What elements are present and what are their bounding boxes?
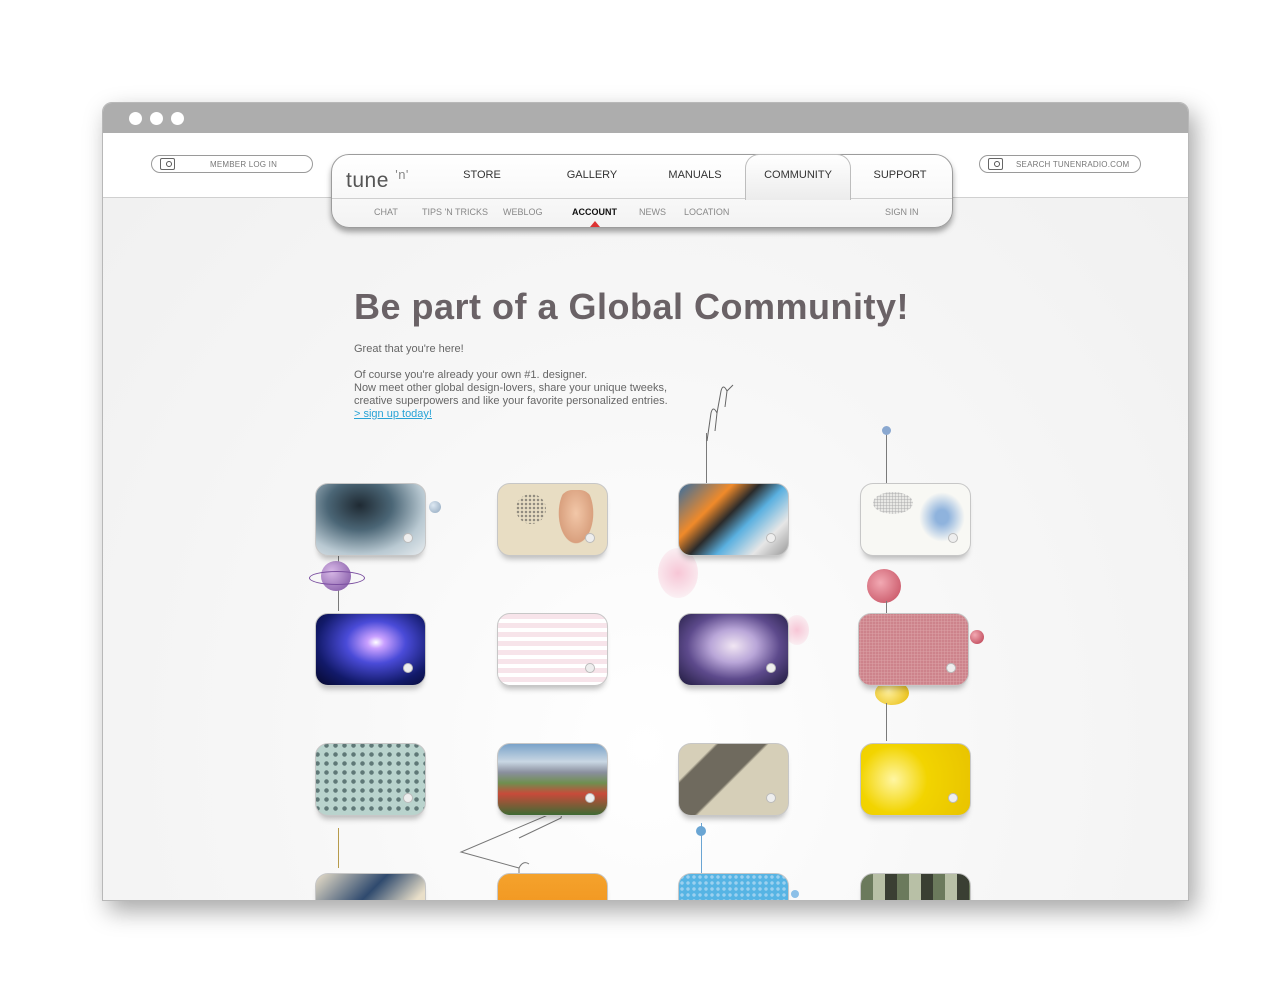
radio-knob xyxy=(403,533,413,543)
gallery-radio-pixel-mosaic[interactable] xyxy=(860,873,971,900)
paperclip-icon xyxy=(706,384,734,442)
member-login-label: MEMBER LOG IN xyxy=(210,159,278,169)
radio-knob xyxy=(403,663,413,673)
tunen-logo[interactable]: tune 'n' xyxy=(346,167,409,193)
window-dot-minimize[interactable] xyxy=(150,112,163,125)
radio-knob xyxy=(766,663,776,673)
hanging-string xyxy=(886,428,887,488)
hanging-string xyxy=(886,703,887,741)
search-icon xyxy=(160,158,175,170)
subnav-location[interactable]: LOCATION xyxy=(684,207,729,217)
moon-icon xyxy=(429,501,441,513)
radio-knob xyxy=(766,533,776,543)
radio-knob xyxy=(948,793,958,803)
browser-titlebar xyxy=(103,103,1188,133)
gallery-radio-galaxy[interactable] xyxy=(315,613,426,686)
gallery-radio-orange[interactable] xyxy=(497,873,608,900)
page-title: Be part of a Global Community! xyxy=(354,286,910,327)
radio-knob xyxy=(585,533,595,543)
search-icon xyxy=(988,158,1003,170)
gallery-radio-pink-glitter[interactable] xyxy=(858,613,969,686)
nav-store[interactable]: STORE xyxy=(452,155,512,198)
radio-knob xyxy=(946,663,956,673)
nav-main-bar: tune 'n' STORE GALLERY MANUALS COMMUNITY… xyxy=(332,154,952,200)
gallery-radio-pink-stripes[interactable] xyxy=(497,613,608,686)
gallery-radio-sailing-ship[interactable] xyxy=(860,483,971,556)
site-search-placeholder: SEARCH TUNENRADIO.COM xyxy=(1016,159,1130,169)
logo-mark: 'n' xyxy=(395,167,409,182)
berry-icon xyxy=(970,630,984,644)
hanging-string xyxy=(338,828,339,868)
subnav-account[interactable]: ACCOUNT xyxy=(572,207,617,217)
hanging-string xyxy=(886,601,887,613)
snowflake-icon xyxy=(696,826,706,836)
gallery-radio-beige-pattern[interactable] xyxy=(678,743,789,816)
radio-knob xyxy=(585,793,595,803)
subnav-tips-n-tricks[interactable]: TIPS 'N TRICKS xyxy=(422,207,488,217)
pin-bead-icon xyxy=(882,426,891,435)
greeting-text: Great that you're here! xyxy=(354,343,464,355)
subnav-news[interactable]: NEWS xyxy=(639,207,666,217)
cloud-pattern xyxy=(873,492,913,514)
gallery-radio-great-wave[interactable] xyxy=(315,873,426,900)
window-dot-zoom[interactable] xyxy=(171,112,184,125)
gallery-radio-mountain-landscape[interactable] xyxy=(497,743,608,816)
intro-line-2: Now meet other global design-lovers, sha… xyxy=(354,382,668,394)
main-navigation: tune 'n' STORE GALLERY MANUALS COMMUNITY… xyxy=(331,154,953,228)
active-subnav-marker xyxy=(590,221,600,227)
ship-drawing xyxy=(919,492,965,542)
nav-manuals[interactable]: MANUALS xyxy=(660,155,730,198)
gallery-radio-yellow-bubbles[interactable] xyxy=(860,743,971,816)
berry-cluster-icon xyxy=(867,569,901,603)
intro-line-1: Of course you're already your own #1. de… xyxy=(354,369,588,381)
radio-knob xyxy=(403,793,413,803)
nav-support[interactable]: SUPPORT xyxy=(867,155,933,198)
speaker-grille xyxy=(516,494,546,524)
radio-knob xyxy=(766,793,776,803)
nav-community[interactable]: COMMUNITY xyxy=(745,154,851,200)
planet-ring xyxy=(309,571,365,585)
page: MEMBER LOG IN SEARCH TUNENRADIO.COM tune… xyxy=(103,133,1188,900)
site-search-field[interactable]: SEARCH TUNENRADIO.COM xyxy=(979,155,1141,173)
gallery-radio-ink-splash[interactable] xyxy=(315,483,426,556)
gallery-radio-blue-pattern[interactable] xyxy=(678,873,789,900)
gallery-radio-graffiti[interactable] xyxy=(678,483,789,556)
snowflake-icon xyxy=(791,890,799,898)
browser-window: MEMBER LOG IN SEARCH TUNENRADIO.COM tune… xyxy=(102,102,1189,901)
radio-knob xyxy=(948,533,958,543)
logo-text: tune xyxy=(346,169,389,192)
nav-gallery[interactable]: GALLERY xyxy=(557,155,627,198)
member-login-field[interactable]: MEMBER LOG IN xyxy=(151,155,313,173)
radio-knob xyxy=(585,663,595,673)
gallery-radio-anime-girl[interactable] xyxy=(678,613,789,686)
sign-up-link[interactable]: > sign up today! xyxy=(354,408,432,420)
intro-line-3: creative superpowers and like your favor… xyxy=(354,395,668,407)
subnav-weblog[interactable]: WEBLOG xyxy=(503,207,543,217)
subnav-sign-in[interactable]: SIGN IN xyxy=(885,207,919,217)
subnav-chat[interactable]: CHAT xyxy=(374,207,398,217)
gallery-radio-pin-up-girl[interactable] xyxy=(497,483,608,556)
window-dot-close[interactable] xyxy=(129,112,142,125)
gallery-radio-dotted-mint[interactable] xyxy=(315,743,426,816)
